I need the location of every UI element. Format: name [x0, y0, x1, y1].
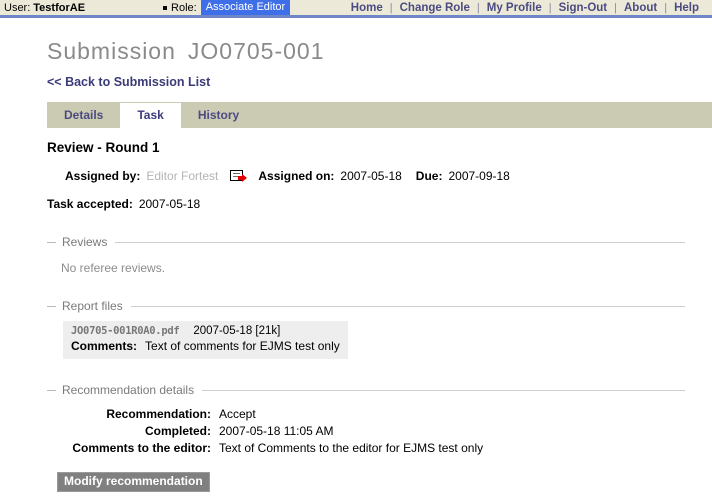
review-round-heading: Review - Round 1 — [47, 140, 160, 155]
recommendation-row: Recommendation: Accept — [47, 407, 685, 421]
submission-id: JO0705-001 — [187, 38, 325, 64]
reviews-section: Reviews No referee reviews. — [47, 235, 685, 275]
report-file-row: JO0705-001R0A0.pdf 2007-05-18 [21k] — [71, 325, 340, 337]
due-value: 2007-09-18 — [448, 169, 510, 183]
due-label: Due: — [415, 169, 443, 183]
task-accepted-value: 2007-05-18 — [138, 197, 201, 211]
top-navigation: Home | Change Role | My Profile | Sign-O… — [344, 2, 706, 14]
page-container: Submission JO0705-001 << Back to Submissi… — [0, 38, 712, 492]
section-rule — [202, 389, 685, 391]
page-title-prefix: Submission — [47, 38, 176, 64]
reviews-section-title: Reviews — [62, 235, 108, 249]
report-files-section-body: JO0705-001R0A0.pdf 2007-05-18 [21k] Comm… — [47, 313, 685, 359]
modify-recommendation-button[interactable]: Modify recommendation — [57, 472, 210, 492]
completed-row: Completed: 2007-05-18 11:05 AM — [47, 424, 685, 438]
section-dash-icon — [47, 241, 56, 243]
tab-task[interactable]: Task — [120, 103, 181, 128]
page-title: Submission JO0705-001 — [47, 38, 712, 65]
tab-history[interactable]: History — [181, 103, 256, 128]
comments-to-editor-row: Comments to the editor: Text of Comments… — [47, 441, 685, 455]
nav-link-sign-out[interactable]: Sign-Out — [552, 2, 615, 14]
task-accepted-label: Task accepted: — [47, 197, 133, 211]
report-files-section: Report files JO0705-001R0A0.pdf 2007-05-… — [47, 299, 685, 359]
report-file-link[interactable]: JO0705-001R0A0.pdf — [71, 325, 180, 337]
recommendation-details-section: Recommendation details Recommendation: A… — [47, 383, 685, 492]
report-file-comments-row: Comments: Text of comments for EJMS test… — [71, 339, 340, 353]
top-user-bar: User: TestforAE Role: Associate Editor H… — [0, 0, 712, 18]
report-files-section-title: Report files — [62, 299, 123, 313]
nav-link-help[interactable]: Help — [667, 2, 706, 14]
nav-link-my-profile[interactable]: My Profile — [480, 2, 549, 14]
section-dash-icon — [47, 389, 56, 391]
reviews-section-header: Reviews — [47, 235, 685, 249]
assigned-by-label: Assigned by: — [65, 169, 141, 183]
comments-to-editor-value: Text of Comments to the editor for EJMS … — [219, 441, 484, 455]
no-reviews-message: No referee reviews. — [61, 261, 166, 275]
bullet-icon — [163, 5, 168, 10]
task-accepted-row: Task accepted: 2007-05-18 — [47, 197, 685, 211]
role-group: Role: Associate Editor — [163, 0, 291, 15]
assigned-by-value: Editor Fortest — [146, 169, 219, 183]
section-rule — [115, 241, 685, 243]
task-panel: Review - Round 1 Assigned by: Editor For… — [47, 128, 685, 492]
comments-to-editor-label: Comments to the editor: — [72, 441, 211, 455]
completed-label: Completed: — [145, 424, 211, 438]
report-file-comments-label: Comments: — [71, 339, 138, 353]
role-label: Role: — [171, 1, 197, 14]
nav-link-home[interactable]: Home — [344, 2, 390, 14]
mail-arrow-head — [242, 173, 248, 182]
back-to-submission-list-link[interactable]: << Back to Submission List — [47, 75, 210, 89]
user-name: TestforAE — [33, 1, 86, 14]
report-file-entry: JO0705-001R0A0.pdf 2007-05-18 [21k] Comm… — [63, 321, 348, 359]
assignment-row: Assigned by: Editor Fortest Assigned on:… — [47, 169, 685, 183]
mail-line-1 — [232, 172, 240, 174]
tab-bar: Details Task History — [47, 102, 712, 128]
reviews-section-body: No referee reviews. — [47, 249, 685, 275]
recommendation-value: Accept — [219, 407, 256, 421]
send-mail-icon[interactable] — [230, 169, 248, 183]
recommendation-label: Recommendation: — [106, 407, 211, 421]
assigned-on-value: 2007-05-18 — [340, 169, 402, 183]
assigned-on-label: Assigned on: — [258, 169, 335, 183]
recommendation-section-title: Recommendation details — [62, 383, 195, 397]
nav-link-about[interactable]: About — [617, 2, 664, 14]
completed-value: 2007-05-18 11:05 AM — [219, 424, 334, 438]
report-files-section-header: Report files — [47, 299, 685, 313]
section-rule — [130, 305, 685, 307]
recommendation-section-header: Recommendation details — [47, 383, 685, 397]
tab-details[interactable]: Details — [47, 103, 120, 128]
section-dash-icon — [47, 305, 56, 307]
user-label: User: — [4, 1, 31, 14]
nav-link-change-role[interactable]: Change Role — [393, 2, 477, 14]
recommendation-section-body: Recommendation: Accept Completed: 2007-0… — [47, 397, 685, 492]
report-file-comments-value: Text of comments for EJMS test only — [145, 339, 340, 353]
role-badge[interactable]: Associate Editor — [200, 0, 291, 15]
report-file-meta: 2007-05-18 [21k] — [193, 325, 281, 337]
